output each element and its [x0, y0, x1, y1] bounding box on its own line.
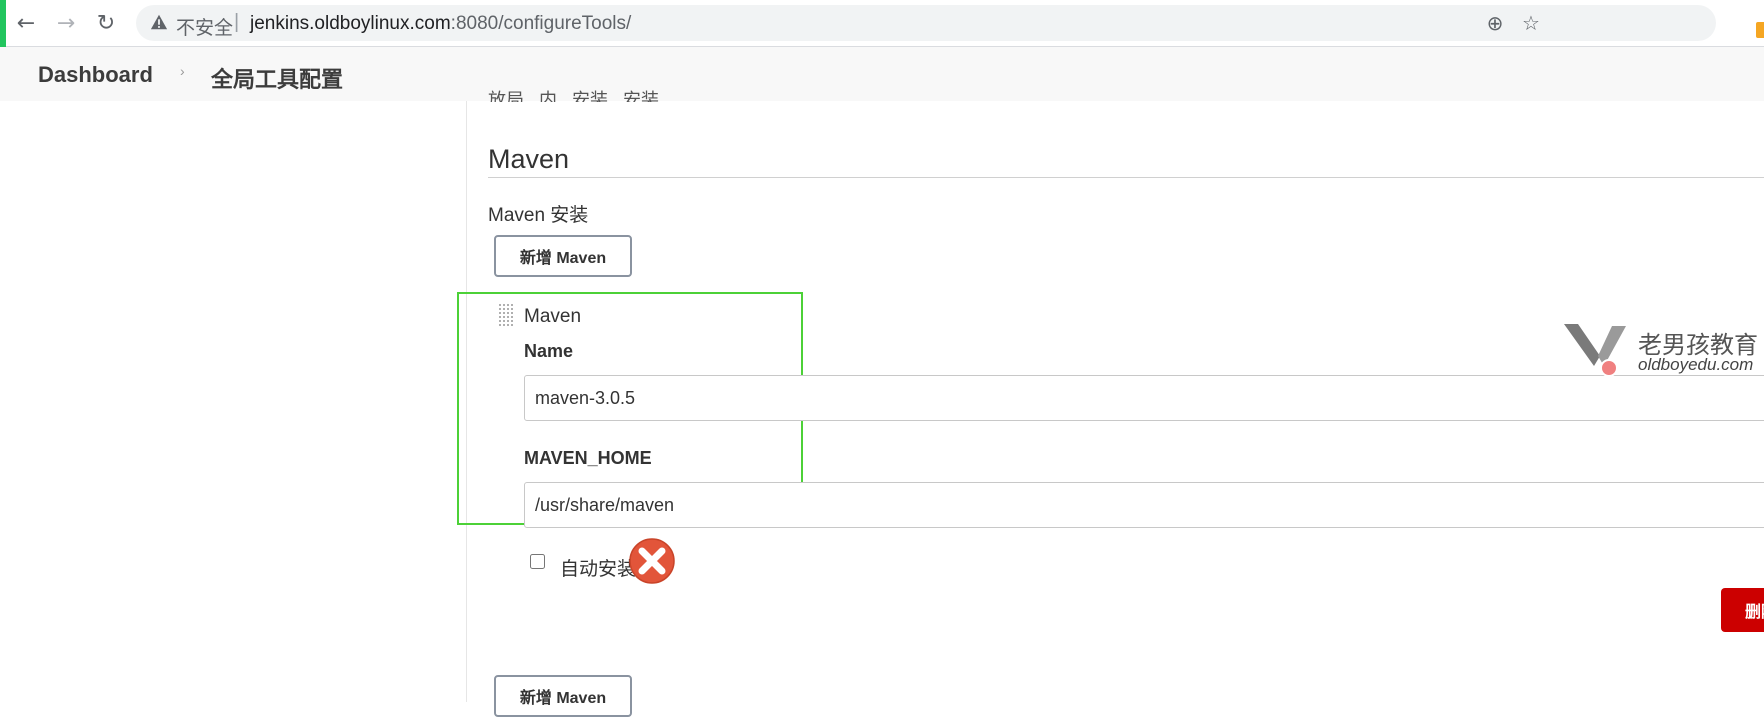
- error-x-icon: [629, 538, 675, 584]
- zoom-icon[interactable]: ⊕: [1484, 11, 1506, 35]
- auto-install-checkbox[interactable]: [530, 554, 545, 569]
- maven-home-label: MAVEN_HOME: [524, 448, 652, 468]
- address-bar[interactable]: 不安全 | jenkins.oldboylinux.com:8080/confi…: [136, 5, 1716, 41]
- watermark-en-text: oldboyedu.com: [1638, 355, 1754, 374]
- breadcrumb-dashboard-link[interactable]: Dashboard: [38, 62, 153, 88]
- section-divider: [488, 177, 1764, 178]
- breadcrumb: Dashboard › 全局工具配置: [0, 47, 1764, 101]
- back-icon[interactable]: ←: [12, 9, 40, 37]
- oldboy-logo-icon: [1564, 324, 1626, 377]
- url-text[interactable]: jenkins.oldboylinux.com:8080/configureTo…: [250, 13, 631, 35]
- warning-icon[interactable]: [150, 13, 168, 31]
- reload-icon[interactable]: ↻: [92, 9, 120, 37]
- add-maven-button-bottom[interactable]: 新增 Maven: [494, 675, 632, 717]
- drag-handle-icon[interactable]: [498, 303, 514, 329]
- forward-icon[interactable]: →: [52, 9, 80, 37]
- extension-icon[interactable]: [1756, 22, 1764, 38]
- breadcrumb-current-page[interactable]: 全局工具配置: [211, 62, 343, 94]
- section-title: Maven: [488, 144, 570, 174]
- previous-section-text: 放局 , 内 . 安装 . 安装: [488, 90, 660, 102]
- add-maven-button[interactable]: 新增 Maven: [494, 235, 632, 277]
- url-host: jenkins.oldboylinux.com: [250, 13, 451, 34]
- name-field-label: Name: [524, 341, 574, 361]
- url-separator: |: [234, 11, 240, 33]
- url-path: :8080/configureTools/: [450, 13, 632, 34]
- maven-home-input[interactable]: [524, 482, 1764, 528]
- name-input[interactable]: [524, 375, 1764, 421]
- delete-maven-button[interactable]: 删除: [1721, 588, 1764, 632]
- auto-install-label[interactable]: 自动安装: [560, 554, 636, 581]
- breadcrumb-chevron-icon[interactable]: ›: [180, 63, 185, 79]
- insecure-label: 不安全: [176, 18, 234, 39]
- bookmark-star-icon[interactable]: ☆: [1520, 11, 1542, 35]
- maven-item-title: Maven: [524, 306, 582, 327]
- browser-toolbar: ← → ↻ 不安全 | jenkins.oldboylinux.com:8080…: [0, 0, 1764, 78]
- maven-install-label: Maven 安装: [488, 205, 589, 226]
